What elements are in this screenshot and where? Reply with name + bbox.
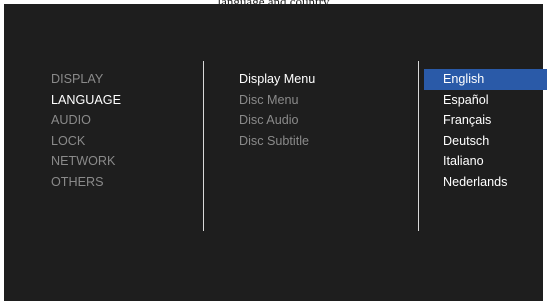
menu-item-network[interactable]: NETWORK — [51, 151, 171, 172]
menu-item-audio[interactable]: AUDIO — [51, 110, 171, 131]
option-espanol[interactable]: Español — [424, 90, 547, 111]
menu-divider-left — [203, 61, 204, 231]
osd-screen: DISPLAY LANGUAGE AUDIO LOCK NETWORK OTHE… — [4, 4, 547, 301]
menu-divider-right — [418, 61, 419, 231]
language-options-list: English Español Français Deutsch Italian… — [424, 69, 547, 192]
submenu-item-disc-subtitle[interactable]: Disc Subtitle — [239, 131, 409, 152]
menu-item-others[interactable]: OTHERS — [51, 172, 171, 193]
submenu-item-display-menu[interactable]: Display Menu — [239, 69, 409, 90]
menu-item-display[interactable]: DISPLAY — [51, 69, 171, 90]
submenu-item-disc-menu[interactable]: Disc Menu — [239, 90, 409, 111]
option-english[interactable]: English — [424, 69, 547, 90]
menu-item-lock[interactable]: LOCK — [51, 131, 171, 152]
language-submenu: Display Menu Disc Menu Disc Audio Disc S… — [239, 69, 409, 151]
main-menu: DISPLAY LANGUAGE AUDIO LOCK NETWORK OTHE… — [51, 69, 171, 192]
menu-item-language[interactable]: LANGUAGE — [51, 90, 171, 111]
option-francais[interactable]: Français — [424, 110, 547, 131]
option-deutsch[interactable]: Deutsch — [424, 131, 547, 152]
submenu-item-disc-audio[interactable]: Disc Audio — [239, 110, 409, 131]
option-italiano[interactable]: Italiano — [424, 151, 547, 172]
option-nederlands[interactable]: Nederlands — [424, 172, 547, 193]
